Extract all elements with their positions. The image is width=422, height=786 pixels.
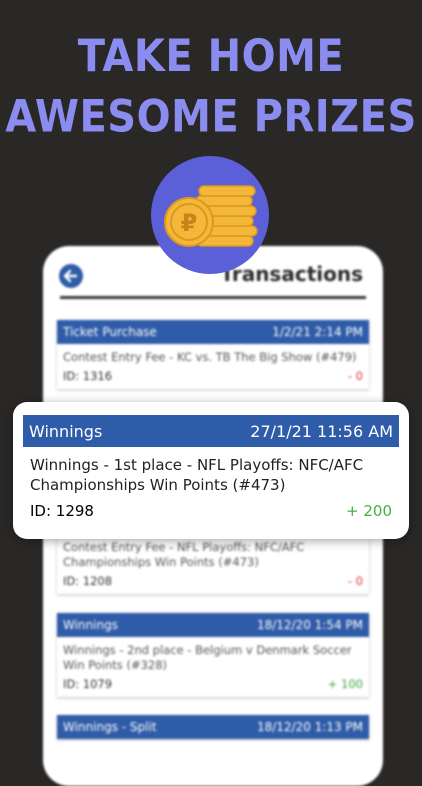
title-divider (60, 296, 366, 299)
promo-headline: TAKE HOME AWESOME PRIZES (0, 26, 422, 147)
highlight-description: Winnings - 1st place - NFL Playoffs: NFC… (30, 456, 364, 494)
transaction-description: Contest Entry Fee - KC vs. TB The Big Sh… (63, 350, 357, 364)
coin-stack-icon: ₽ (164, 185, 258, 247)
ruble-sign: ₽ (181, 209, 198, 237)
arrow-left-icon (63, 269, 78, 283)
transaction-header: Ticket Purchase 1/2/21 2:14 PM (57, 320, 369, 344)
transaction-card[interactable]: Contest Entry Fee - NFL Playoffs: NFC/AF… (57, 534, 369, 594)
transaction-header: Winnings 18/12/20 1:54 PM (57, 613, 369, 637)
highlight-amount: + 200 (346, 502, 392, 520)
transaction-type: Winnings (63, 618, 118, 632)
transaction-id: ID: 1208 (63, 574, 113, 588)
transaction-id: ID: 1079 (63, 677, 113, 691)
transaction-card[interactable]: Ticket Purchase 1/2/21 2:14 PM Contest E… (57, 320, 369, 389)
transaction-amount: + 100 (327, 677, 363, 691)
transaction-date: 18/12/20 1:54 PM (256, 618, 363, 632)
highlight-date: 27/1/21 11:56 AM (250, 421, 393, 441)
transaction-header: Winnings - Split 18/12/20 1:13 PM (57, 715, 369, 739)
transaction-description: Contest Entry Fee - NFL Playoffs: NFC/AF… (63, 540, 305, 569)
transaction-description: Winnings - 2nd place - Belgium v Denmark… (63, 643, 352, 672)
transaction-date: 18/12/20 1:13 PM (256, 720, 363, 734)
headline-line-2: AWESOME PRIZES (5, 90, 417, 143)
transaction-date: 1/2/21 2:14 PM (272, 325, 363, 339)
highlight-type: Winnings (29, 421, 103, 441)
highlight-header: Winnings 27/1/21 11:56 AM (23, 415, 399, 447)
transaction-type: Winnings - Split (63, 720, 157, 734)
transaction-type: Ticket Purchase (63, 325, 157, 339)
transaction-amount: - 0 (347, 574, 363, 588)
highlight-id: ID: 1298 (30, 502, 94, 520)
headline-line-1: TAKE HOME (77, 30, 345, 82)
highlighted-transaction-card[interactable]: Winnings 27/1/21 11:56 AM Winnings - 1st… (13, 402, 409, 539)
transaction-amount: - 0 (347, 369, 363, 383)
transaction-card[interactable]: Winnings - Split 18/12/20 1:13 PM (57, 715, 369, 739)
back-button[interactable] (59, 264, 83, 288)
coin-badge: ₽ (151, 156, 269, 274)
transaction-card[interactable]: Winnings 18/12/20 1:54 PM Winnings - 2nd… (57, 613, 369, 697)
transaction-id: ID: 1316 (63, 369, 113, 383)
